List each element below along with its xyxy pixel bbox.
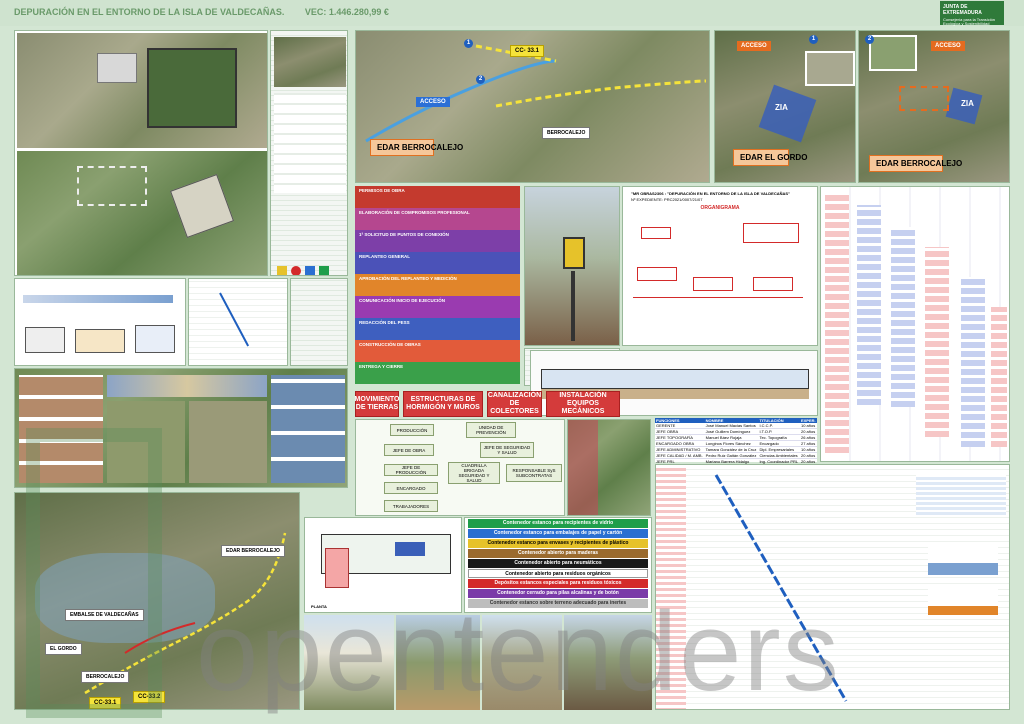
stage-5: COMUNICACIÓN INICIO DE EJECUCIÓN xyxy=(355,296,520,318)
bin-0: Contenedor estanco para recipientes de v… xyxy=(468,519,648,528)
junta-logo: JUNTA DE EXTREMADURA Consejería para la … xyxy=(940,1,1004,27)
vec-amount: VEC: 1.446.280,99 € xyxy=(304,7,389,17)
team-table: FUNCIONES NOMBRE TITULACIÓN EXPER. GEREN… xyxy=(655,418,817,465)
legend-panel xyxy=(270,30,348,276)
org-cuadrilla: CUADRILLA BRIGADA SEGURIDAD Y SALUD xyxy=(448,462,500,484)
bin-3: Contenedor abierto para maderas xyxy=(468,549,648,558)
site-el-gordo: ACCESO ZIA EDAR EL GORDO 1 xyxy=(714,30,856,183)
process-stages: PERMISOS DE OBRA ELABORACIÓN DE COMPROMI… xyxy=(355,186,520,386)
header: DEPURACIÓN EN EL ENTORNO DE LA ISLA DE V… xyxy=(0,0,1024,26)
org-encargado: ENCARGADO xyxy=(384,482,438,494)
table-row: JEFE CALIDAD / M. AMB. Pedro Ruiz Gaitán … xyxy=(655,452,817,459)
table-row: JEFE ADMINISTRATIVO Tamara González de la… xyxy=(655,446,817,453)
site1-zia: ZIA xyxy=(775,103,788,112)
site-berrocalejo: ACCESO ZIA EDAR BERROCALEJO 2 xyxy=(858,30,1010,183)
site1-acceso: ACCESO xyxy=(737,41,771,51)
org-trabajadores: TRABAJADORES xyxy=(384,500,438,512)
marker-2: 2 xyxy=(476,75,485,84)
watermark-text: opentenders xyxy=(196,589,841,714)
org-responsable: RESPONSABLE SyS SUBCONTRATAS xyxy=(506,464,562,482)
bin-1: Contenedor estanco para embalajes de pap… xyxy=(468,529,648,538)
stage-8: ENTREGA Y CIERRE xyxy=(355,362,520,384)
site2-acceso: ACCESO xyxy=(931,41,965,51)
bin-2: Contenedor estanco para envases y recipi… xyxy=(468,539,648,548)
site2-zia: ZIA xyxy=(961,99,974,108)
budget-table xyxy=(290,278,348,366)
label-edar-berrocalejo: EDAR BERROCALEJO xyxy=(370,139,463,157)
bin-4: Contenedor abierto para neumáticos xyxy=(468,559,648,568)
label-cc-331: CC- 33.1 xyxy=(510,45,545,57)
category-instalacion-equipos: INSTALACIÓN EQUIPOS MECÁNICOS xyxy=(546,391,620,417)
site1-edar-el-gordo: EDAR EL GORDO xyxy=(733,149,807,167)
org-unidad: UNIDAD DE PREVENCIÓN xyxy=(466,422,516,438)
org-produccion: PRODUCCIÓN xyxy=(390,424,434,436)
location-thumb xyxy=(274,37,346,87)
stage-4: APROBACIÓN DEL REPLANTEO Y MEDICIÓN xyxy=(355,274,520,296)
aerial-plan-2 xyxy=(17,151,267,275)
label-berrocalejo-town: BERROCALEJO xyxy=(542,127,591,139)
org-jefe-produccion: JEFE DE PRODUCCIÓN xyxy=(384,464,438,476)
project-title: DEPURACIÓN EN EL ENTORNO DE LA ISLA DE V… xyxy=(14,7,285,17)
category-canalizacion: CANALIZACIÓN DE COLECTORES xyxy=(487,391,542,417)
site1-marker: 1 xyxy=(809,35,818,44)
org-doc-title: "MR OBRAS2306 : "DEPURACIÓN EN EL ENTORN… xyxy=(631,191,790,196)
cross-section-drawings xyxy=(14,278,186,366)
org-jefe-seguridad: JEFE DE SEGURIDAD Y SALUD xyxy=(480,442,534,458)
stage-1: ELABORACIÓN DE COMPROMISOS PROFESIONAL xyxy=(355,208,520,230)
org-doc-heading: ORGANIGRAMA xyxy=(700,205,740,211)
logo-main-text: JUNTA DE EXTREMADURA xyxy=(943,4,982,16)
bin-6: Depósitos estancos especiales para resid… xyxy=(468,579,648,588)
legend-symbols xyxy=(274,93,346,193)
aerial-plan-1 xyxy=(17,33,267,148)
org-doc-exp: Nº EXPEDIENTE: PRC2021/0007/21/07 xyxy=(631,197,703,202)
watermark-frame xyxy=(26,428,162,718)
survey-photo xyxy=(524,186,620,346)
planning-gantt xyxy=(188,278,288,366)
bin-5: Contenedor abierto para residuos orgánic… xyxy=(468,569,648,578)
stage-7: CONSTRUCCIÓN DE OBRAS xyxy=(355,340,520,362)
stage-6: REDACCIÓN DEL PESS xyxy=(355,318,520,340)
stage-2: 1ª SOLICITUD DE PUNTOS DE CONEXIÓN xyxy=(355,230,520,252)
category-estructuras-hormigon: ESTRUCTURAS DE HORMIGÓN Y MUROS xyxy=(403,391,483,417)
page-title: DEPURACIÓN EN EL ENTORNO DE LA ISLA DE V… xyxy=(14,7,389,17)
regional-map xyxy=(567,419,651,516)
location-map-top: CC- 33.1 ACCESO EDAR BERROCALEJO BERROCA… xyxy=(355,30,710,183)
site2-marker: 2 xyxy=(865,35,874,44)
lower-label-edar: EDAR BERROCALEJO xyxy=(221,545,285,557)
category-movimiento-tierras: MOVIMIENTO DE TIERRAS xyxy=(355,391,400,417)
logo-sub-text: Consejería para la Transición Ecológica … xyxy=(943,17,996,27)
marker-1: 1 xyxy=(464,39,473,48)
org-chart-document: "MR OBRAS2306 : "DEPURACIÓN EN EL ENTORN… xyxy=(622,186,818,346)
org-jefe-obra: JEFE DE OBRA xyxy=(384,444,434,456)
site2-edar-berrocalejo: EDAR BERROCALEJO xyxy=(869,155,962,173)
stage-0: PERMISOS DE OBRA xyxy=(355,186,520,208)
safety-organigram: PRODUCCIÓN UNIDAD DE PREVENCIÓN JEFE DE … xyxy=(355,419,565,516)
stage-3: REPLANTEO GENERAL xyxy=(355,252,520,274)
work-breakdown-tree xyxy=(820,186,1010,462)
implantation-plan-panel xyxy=(14,30,268,276)
label-acceso: ACCESO xyxy=(416,97,450,107)
